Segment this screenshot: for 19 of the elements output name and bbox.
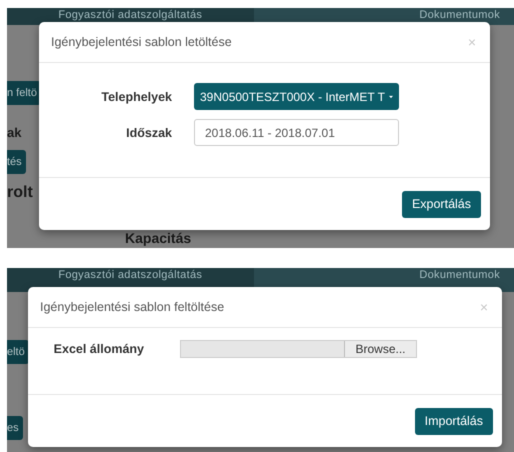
date-range-field[interactable]: 2018.06.11 - 2018.07.01	[194, 119, 399, 146]
sidebar-button[interactable]: n feltö	[7, 81, 41, 105]
sidebar-button[interactable]: eltö	[7, 340, 29, 364]
primary-button[interactable]: Importálás	[414, 408, 493, 434]
modal-title: Igénybejelentési sablon letöltése	[51, 35, 232, 49]
field-label: Telephelyek	[100, 90, 173, 104]
section-subtitle: Kapacitás	[125, 230, 192, 246]
field-label: Excel állomány	[52, 342, 145, 356]
section-title: rolt	[7, 184, 33, 202]
file-field[interactable]: Browse...	[180, 340, 417, 358]
sidebar-button[interactable]: es	[7, 416, 23, 440]
section-heading: ak	[7, 125, 22, 140]
primary-button[interactable]: Exportálás	[402, 190, 481, 218]
caret-icon	[388, 94, 393, 98]
sidebar-button[interactable]: tés	[7, 150, 26, 174]
site-select[interactable]: 39N0500TESZT000X - InterMET T	[194, 83, 399, 110]
field-label: Időszak	[125, 126, 173, 140]
modal-title: Igénybejelentési sablon feltöltése	[40, 300, 224, 314]
browse-button[interactable]: Browse...	[344, 341, 416, 357]
